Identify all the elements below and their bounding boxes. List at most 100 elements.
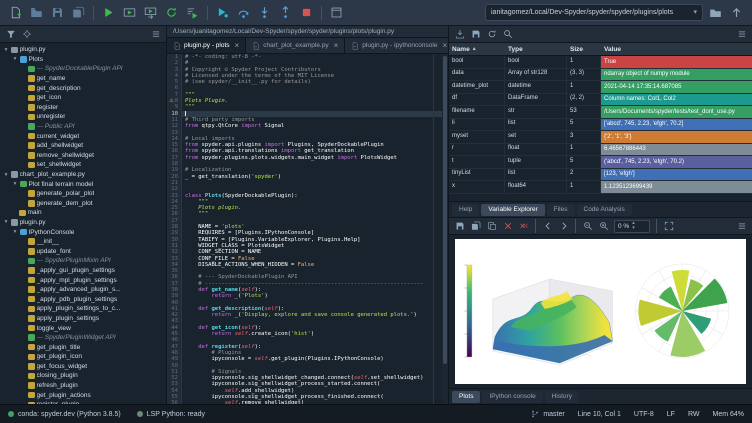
pane-tab-files[interactable]: Files xyxy=(547,204,575,216)
remove-all-plots-button[interactable] xyxy=(516,219,531,234)
expander-icon[interactable]: ▾ xyxy=(12,56,18,62)
debug-file-button[interactable] xyxy=(213,3,232,22)
variable-row[interactable]: dataArray of str128(3, 3)ndarray object … xyxy=(449,69,752,82)
variable-row[interactable]: lilist5['abcd', 745, 2.23, 'efgh', 70.2] xyxy=(449,119,752,132)
variable-row[interactable]: rfloat16.46567886443 xyxy=(449,144,752,157)
column-header-type[interactable]: Type xyxy=(505,46,567,53)
new-file-button[interactable] xyxy=(6,3,25,22)
zoom-in-button[interactable] xyxy=(596,219,611,234)
column-header-value[interactable]: Value xyxy=(601,46,752,53)
variable-row[interactable]: dfDataFrame(2, 2)Column names: Col1, Col… xyxy=(449,94,752,107)
variable-row[interactable]: mysetset3{'2', '1', '3'} xyxy=(449,131,752,144)
expander-icon[interactable]: ▾ xyxy=(12,229,18,235)
outline-item[interactable]: main xyxy=(0,208,166,218)
save-data-button[interactable] xyxy=(468,27,483,42)
search-button[interactable] xyxy=(500,27,515,42)
outline-item[interactable]: get_icon xyxy=(0,93,166,103)
filter-button[interactable] xyxy=(3,27,18,42)
variable-value[interactable]: ('abcd', 745, 2.23, 'efgh', 70.2) xyxy=(601,156,752,168)
zoom-level-spinbox[interactable]: 0 %▴▾ xyxy=(614,220,650,233)
expander-icon[interactable]: ▾ xyxy=(3,219,9,225)
options-menu-button[interactable] xyxy=(148,27,163,42)
outline-item[interactable]: get_plugin_actions xyxy=(0,390,166,400)
variable-value[interactable]: 1.1235123699439 xyxy=(601,181,752,193)
editor-scrollbar[interactable] xyxy=(442,54,448,404)
pane-tab-variable-explorer[interactable]: Variable Explorer xyxy=(481,204,544,216)
run-file-button[interactable] xyxy=(99,3,118,22)
save-all-button[interactable] xyxy=(69,3,88,22)
variable-row[interactable]: xfloat6411.1235123699439 xyxy=(449,181,752,194)
step-over-button[interactable] xyxy=(234,3,253,22)
previous-plot-button[interactable] xyxy=(540,219,555,234)
stop-debug-button[interactable] xyxy=(297,3,316,22)
outline-item[interactable]: add_shellwidget xyxy=(0,141,166,151)
outline-item[interactable]: current_widget xyxy=(0,131,166,141)
outline-item[interactable]: get_focus_widget xyxy=(0,362,166,372)
outline-item[interactable]: --- SpyderDockablePlugin API xyxy=(0,64,166,74)
follow-cursor-button[interactable] xyxy=(19,27,34,42)
editor-tab[interactable]: plugin.py - ipythonconsole× xyxy=(345,38,454,53)
remove-plot-button[interactable] xyxy=(500,219,515,234)
variable-value[interactable]: {'2', '1', '3'} xyxy=(601,131,752,143)
outline-item[interactable]: ▾plugin.py xyxy=(0,218,166,228)
expander-icon[interactable]: ▾ xyxy=(12,181,18,187)
code-line[interactable]: 56 self.remove_shellwidget) xyxy=(167,400,442,404)
outline-item[interactable]: ▾IPythonConsole xyxy=(0,227,166,237)
outline-item[interactable]: apply_plugin_settings_to_c... xyxy=(0,304,166,314)
outline-item[interactable]: _apply_pdb_plugin_settings xyxy=(0,294,166,304)
fit-plot-button[interactable] xyxy=(661,219,676,234)
expander-icon[interactable]: ▾ xyxy=(3,47,9,53)
refresh-button[interactable] xyxy=(484,27,499,42)
outline-item[interactable]: ▾chart_plot_example.py xyxy=(0,170,166,180)
variable-value[interactable]: [123, 'efgh'] xyxy=(601,169,752,181)
outline-item[interactable]: __init__ xyxy=(0,237,166,247)
variable-value[interactable]: /Users/Documents/spyder/tests/test_dont_… xyxy=(601,106,752,118)
variable-value[interactable]: ndarray object of numpy module xyxy=(601,69,752,81)
pane-tab-help[interactable]: Help xyxy=(452,204,479,216)
pane-tab-plots[interactable]: Plots xyxy=(452,391,480,403)
outline-item[interactable]: get_plugin_title xyxy=(0,342,166,352)
outline-item[interactable]: unregister xyxy=(0,112,166,122)
variable-row[interactable]: ttuple5('abcd', 745, 2.23, 'efgh', 70.2) xyxy=(449,156,752,169)
run-cell-button[interactable] xyxy=(120,3,139,22)
editor-tab[interactable]: plugin.py - plots× xyxy=(167,38,246,53)
save-file-button[interactable] xyxy=(48,3,67,22)
close-tab-icon[interactable]: × xyxy=(334,42,339,50)
variable-value[interactable]: 2021-04-14 17:35:14.687085 xyxy=(601,81,752,93)
run-cell-advance-button[interactable] xyxy=(141,3,160,22)
pane-tab-history[interactable]: History xyxy=(545,391,579,403)
options-menu-button[interactable] xyxy=(734,27,749,42)
column-header-name[interactable]: Name▲ xyxy=(449,46,505,53)
outline-item[interactable]: --- SpyderPluginMixin API xyxy=(0,256,166,266)
close-tab-icon[interactable]: × xyxy=(235,42,240,50)
variable-value[interactable]: Column names: Col1, Col2 xyxy=(601,94,752,106)
run-selection-button[interactable] xyxy=(183,3,202,22)
open-file-button[interactable] xyxy=(27,3,46,22)
editor-tab[interactable]: chart_plot_example.py× xyxy=(246,38,345,53)
outline-item[interactable]: --- Public API xyxy=(0,122,166,132)
scrollbar-thumb[interactable] xyxy=(443,56,447,364)
import-data-button[interactable] xyxy=(452,27,467,42)
outline-item[interactable]: _apply_mpl_plugin_settings xyxy=(0,275,166,285)
zoom-out-button[interactable] xyxy=(580,219,595,234)
variable-row[interactable]: datetime_plotdatetime12021-04-14 17:35:1… xyxy=(449,81,752,94)
rerun-cell-button[interactable] xyxy=(162,3,181,22)
outline-item[interactable]: ▾Plots xyxy=(0,55,166,65)
column-header-size[interactable]: Size xyxy=(567,46,601,53)
outline-item[interactable]: _apply_gui_plugin_settings xyxy=(0,266,166,276)
variable-row[interactable]: boolbool1True xyxy=(449,56,752,69)
variable-row[interactable]: filenamestr53/Users/Documents/spyder/tes… xyxy=(449,106,752,119)
expander-icon[interactable]: ▾ xyxy=(3,172,9,178)
copy-plot-button[interactable] xyxy=(484,219,499,234)
working-directory-combo[interactable]: ianitagomez/Local/Dev-Spyder/spyder/spyd… xyxy=(485,4,703,21)
maximize-pane-button[interactable] xyxy=(327,3,346,22)
outline-item[interactable]: generate_dem_plot xyxy=(0,199,166,209)
next-plot-button[interactable] xyxy=(556,219,571,234)
code-area[interactable]: 1# -*- coding: utf-8 -*-2#3# Copyright ©… xyxy=(167,54,448,404)
variable-value[interactable]: True xyxy=(601,56,752,68)
spinner-arrows-icon[interactable]: ▴▾ xyxy=(632,221,635,231)
close-tab-icon[interactable]: × xyxy=(442,42,447,50)
outline-item[interactable]: get_name xyxy=(0,74,166,84)
options-menu-button[interactable] xyxy=(734,219,749,234)
outline-item[interactable]: get_description xyxy=(0,83,166,93)
